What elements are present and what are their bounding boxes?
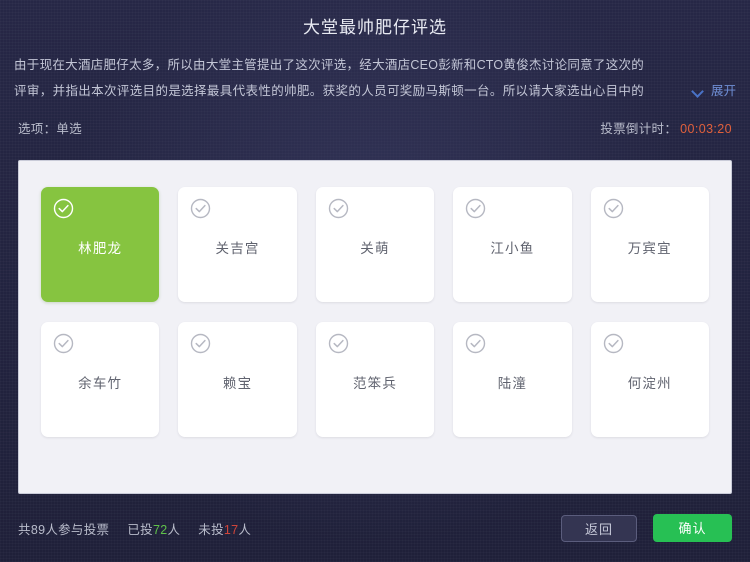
option-card[interactable]: 赖宝 bbox=[178, 322, 297, 437]
check-circle-icon bbox=[603, 333, 624, 354]
footer-actions: 返回 确认 bbox=[561, 514, 732, 542]
option-name: 关吉宫 bbox=[215, 240, 260, 256]
option-name: 范笨兵 bbox=[352, 375, 398, 391]
options-panel: 林肥龙 关吉宫 关萌 江小鱼 万宾宜余车竹 赖宝 范笨兵 陆潼 何淀州 bbox=[18, 160, 732, 494]
option-name: 江小鱼 bbox=[490, 240, 535, 256]
chevron-down-icon bbox=[693, 86, 704, 97]
stat-not-voted-suffix: 人 bbox=[238, 522, 252, 537]
option-name: 林肥龙 bbox=[78, 240, 123, 256]
stat-voted-count: 72 bbox=[152, 522, 168, 537]
options-grid: 林肥龙 关吉宫 关萌 江小鱼 万宾宜余车竹 赖宝 范笨兵 陆潼 何淀州 bbox=[41, 187, 709, 437]
expand-label: 展开 bbox=[710, 84, 736, 98]
page-title: 大堂最帅肥仔评选 bbox=[303, 18, 447, 37]
check-circle-icon bbox=[190, 333, 211, 354]
meta-row: 选项：单选 投票倒计时： 00:03:20 bbox=[18, 118, 732, 137]
check-circle-icon bbox=[53, 333, 74, 354]
footer-bar: 共89人参与投票 已投72人 未投17人 返回 确认 bbox=[0, 494, 750, 562]
option-name: 余车竹 bbox=[78, 375, 123, 391]
stat-voted-suffix: 人 bbox=[167, 522, 181, 537]
stat-not-voted-prefix: 未投 bbox=[198, 522, 224, 537]
option-card[interactable]: 林肥龙 bbox=[41, 187, 160, 302]
description-block: 由于现在大酒店肥仔太多，所以由大堂主管提出了这次评选，经大酒店CEO彭新和CTO… bbox=[14, 52, 736, 104]
stat-total-suffix: 人参与投票 bbox=[45, 522, 110, 537]
back-button[interactable]: 返回 bbox=[561, 514, 637, 542]
check-circle-icon bbox=[53, 198, 74, 219]
check-circle-icon bbox=[603, 198, 624, 219]
check-circle-icon bbox=[328, 333, 349, 354]
stat-not-voted: 未投17人 bbox=[198, 519, 251, 538]
check-circle-icon bbox=[465, 198, 486, 219]
option-card[interactable]: 万宾宜 bbox=[590, 187, 709, 302]
stat-voted: 已投72人 bbox=[127, 519, 180, 538]
countdown-label: 投票倒计时： bbox=[600, 122, 678, 136]
stat-total-prefix: 共 bbox=[18, 522, 31, 537]
option-card[interactable]: 范笨兵 bbox=[315, 322, 435, 437]
option-card[interactable]: 关萌 bbox=[315, 187, 435, 302]
option-card[interactable]: 关吉宫 bbox=[178, 187, 297, 302]
stat-not-voted-count: 17 bbox=[223, 522, 239, 537]
check-circle-icon bbox=[190, 198, 211, 219]
option-name: 赖宝 bbox=[222, 375, 253, 391]
expand-description-button[interactable]: 展开 bbox=[693, 78, 736, 104]
option-type-label: 选项：单选 bbox=[18, 122, 83, 136]
stat-total-count: 89 bbox=[30, 522, 46, 537]
description-text: 由于现在大酒店肥仔太多，所以由大堂主管提出了这次评选，经大酒店CEO彭新和CTO… bbox=[14, 58, 644, 98]
option-name: 关萌 bbox=[360, 240, 390, 256]
stat-voted-prefix: 已投 bbox=[127, 522, 153, 537]
check-circle-icon bbox=[328, 198, 349, 219]
option-name: 万宾宜 bbox=[627, 240, 672, 256]
vote-stats: 共89人参与投票 已投72人 未投17人 bbox=[18, 519, 251, 538]
check-circle-icon bbox=[465, 333, 486, 354]
option-name: 何淀州 bbox=[627, 375, 672, 391]
vote-screen: 大堂最帅肥仔评选 由于现在大酒店肥仔太多，所以由大堂主管提出了这次评选，经大酒店… bbox=[0, 0, 750, 562]
countdown: 投票倒计时： 00:03:20 bbox=[600, 118, 732, 137]
stat-total: 共89人参与投票 bbox=[18, 519, 109, 538]
confirm-button[interactable]: 确认 bbox=[653, 514, 732, 542]
option-card[interactable]: 何淀州 bbox=[590, 322, 709, 437]
countdown-value: 00:03:20 bbox=[680, 122, 732, 136]
option-card[interactable]: 余车竹 bbox=[41, 322, 160, 437]
option-card[interactable]: 江小鱼 bbox=[453, 187, 572, 302]
option-name: 陆潼 bbox=[497, 375, 528, 391]
option-card[interactable]: 陆潼 bbox=[453, 322, 572, 437]
